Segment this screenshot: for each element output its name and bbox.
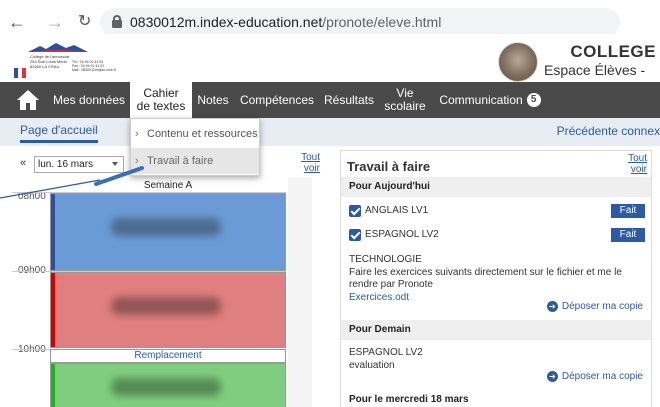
url-path: /pronote/eleve.html bbox=[322, 14, 442, 30]
mountain-logo-icon bbox=[28, 43, 88, 52]
logo-line: 83260 LA CRAU bbox=[30, 64, 60, 69]
nav-label: de textes bbox=[136, 99, 186, 113]
done-badge: Fait bbox=[611, 228, 645, 242]
school-address: Collège de l'annonciat 264 Rue Louis Mér… bbox=[30, 54, 69, 69]
school-header: Collège de l'annonciat 264 Rue Louis Mér… bbox=[0, 34, 660, 82]
course-block-blue[interactable] bbox=[50, 193, 286, 271]
remplacement-label: Remplacement bbox=[50, 349, 286, 363]
task-subject: ANGLAIS LV1 bbox=[365, 205, 429, 216]
nav-notes[interactable]: Notes bbox=[194, 82, 232, 118]
url-text: 0830012m.index-education.net/pronote/ele… bbox=[130, 14, 441, 30]
link-line: voir bbox=[303, 163, 320, 174]
course-stripe bbox=[51, 273, 55, 347]
home-icon[interactable] bbox=[16, 89, 40, 111]
nav-label: Compétences bbox=[239, 92, 315, 107]
blurred-text bbox=[111, 378, 221, 396]
school-logo: Collège de l'annonciat 264 Rue Louis Mér… bbox=[14, 42, 116, 80]
course-stripe bbox=[51, 364, 55, 407]
notification-badge: 5 bbox=[526, 93, 541, 107]
lock-icon bbox=[112, 15, 122, 28]
logo-contact-line: Mail : 0830012m@ac-nice.fr bbox=[72, 68, 116, 72]
homework-tout-voir-link[interactable]: Tout voir bbox=[617, 153, 647, 175]
task-subject: ESPAGNOL LV2 bbox=[349, 347, 423, 358]
menu-item-travail-a-faire[interactable]: › Travail à faire bbox=[131, 148, 259, 174]
menu-item-contenu-ressources[interactable]: › Contenu et ressources bbox=[131, 121, 259, 147]
done-badge: Fait bbox=[611, 204, 645, 218]
task-row-anglais: ANGLAIS LV1 Fait bbox=[349, 202, 645, 220]
main-nav: Mes données Cahier de textes Notes Compé… bbox=[0, 82, 660, 118]
reload-icon[interactable]: ↻ bbox=[78, 12, 91, 32]
french-flag-icon bbox=[14, 68, 26, 78]
url-host: 0830012m.index-education.net bbox=[130, 14, 323, 30]
chevron-right-icon: › bbox=[135, 128, 139, 140]
nav-label: Mes données bbox=[52, 92, 126, 107]
tab-page-accueil[interactable]: Page d'accueil bbox=[20, 123, 98, 143]
task-description: Faire les exercices suivants directement… bbox=[349, 266, 622, 278]
address-bar[interactable]: 0830012m.index-education.net/pronote/ele… bbox=[100, 8, 620, 36]
arrow-right-circle-icon: ➜ bbox=[546, 371, 558, 382]
link-line: Tout bbox=[301, 152, 320, 163]
nav-competences[interactable]: Compétences bbox=[236, 82, 318, 118]
homework-title: Travail à faire bbox=[347, 159, 431, 174]
checkbox-checked[interactable] bbox=[349, 229, 361, 241]
dropdown-caret-icon bbox=[112, 162, 118, 166]
date-picker[interactable]: lun. 16 mars bbox=[34, 156, 124, 173]
menu-item-label: Contenu et ressources bbox=[147, 128, 258, 140]
nav-cahier-de-textes[interactable]: Cahier de textes bbox=[130, 82, 192, 118]
back-arrow-icon[interactable]: ← bbox=[8, 12, 26, 32]
sub-nav: Page d'accueil Précédente connex bbox=[0, 118, 660, 146]
nav-label: Notes bbox=[197, 92, 229, 107]
course-stripe bbox=[51, 194, 55, 270]
task-technologie: TECHNOLOGIE Faire les exercices suivants… bbox=[349, 254, 645, 304]
arrow-right-circle-icon: ➜ bbox=[546, 301, 558, 312]
blurred-text bbox=[111, 218, 221, 236]
nav-vie-scolaire[interactable]: Vie scolaire bbox=[380, 82, 430, 118]
week-label: Semaine A bbox=[143, 180, 193, 191]
nav-resultats[interactable]: Résultats bbox=[320, 82, 378, 118]
homework-panel: Travail à faire Tout voir Pour Aujourd'h… bbox=[340, 150, 652, 407]
deposit-copy-button[interactable]: ➜ Déposer ma copie bbox=[546, 371, 643, 382]
college-name: COLLEGE bbox=[570, 42, 656, 61]
course-block-red[interactable] bbox=[50, 272, 286, 348]
deposit-copy-button[interactable]: ➜ Déposer ma copie bbox=[546, 301, 643, 312]
course-block-green[interactable] bbox=[50, 363, 286, 407]
task-description: rendre par Pronote bbox=[349, 279, 433, 290]
link-line: Tout bbox=[628, 153, 647, 164]
section-tomorrow: Pour Demain bbox=[341, 320, 651, 340]
checkbox-checked[interactable] bbox=[349, 205, 361, 217]
chevron-right-icon: › bbox=[135, 155, 139, 167]
link-line: voir bbox=[630, 164, 647, 175]
task-row-espagnol: ESPAGNOL LV2 Fait bbox=[349, 226, 645, 244]
section-today: Pour Aujourd'hui bbox=[341, 177, 651, 197]
nav-label: Communication bbox=[439, 92, 523, 107]
espace-label: Espace Élèves - bbox=[544, 62, 646, 78]
nav-mes-donnees[interactable]: Mes données bbox=[48, 82, 130, 118]
task-subject: TECHNOLOGIE bbox=[349, 254, 422, 265]
previous-connection-link[interactable]: Précédente connex bbox=[557, 124, 660, 138]
school-contact: Tél : 04 94 01 41 00 Fax : 04 94 01 41 0… bbox=[72, 60, 116, 72]
menu-item-label: Travail à faire bbox=[147, 155, 214, 167]
deposit-label: Déposer ma copie bbox=[561, 371, 643, 382]
task-espagnol-evaluation: ESPAGNOL LV2 evaluation bbox=[349, 347, 645, 372]
calendar-tout-voir-link[interactable]: Tout voir bbox=[292, 152, 320, 174]
previous-day-icon[interactable]: « bbox=[20, 157, 26, 169]
cahier-dropdown-menu: › Contenu et ressources › Travail à faire bbox=[130, 118, 260, 176]
section-wednesday: Pour le mercredi 18 mars bbox=[341, 390, 651, 407]
calendar-scrollbar[interactable] bbox=[288, 178, 312, 407]
blurred-text bbox=[111, 297, 221, 315]
nav-communication[interactable]: Communication 5 bbox=[436, 82, 544, 118]
forward-arrow-icon[interactable]: → bbox=[46, 12, 64, 32]
deposit-label: Déposer ma copie bbox=[561, 301, 643, 312]
avatar[interactable] bbox=[498, 42, 538, 82]
nav-label: Résultats bbox=[323, 92, 375, 107]
nav-label: scolaire bbox=[384, 99, 426, 113]
task-subject: ESPAGNOL LV2 bbox=[365, 229, 439, 240]
